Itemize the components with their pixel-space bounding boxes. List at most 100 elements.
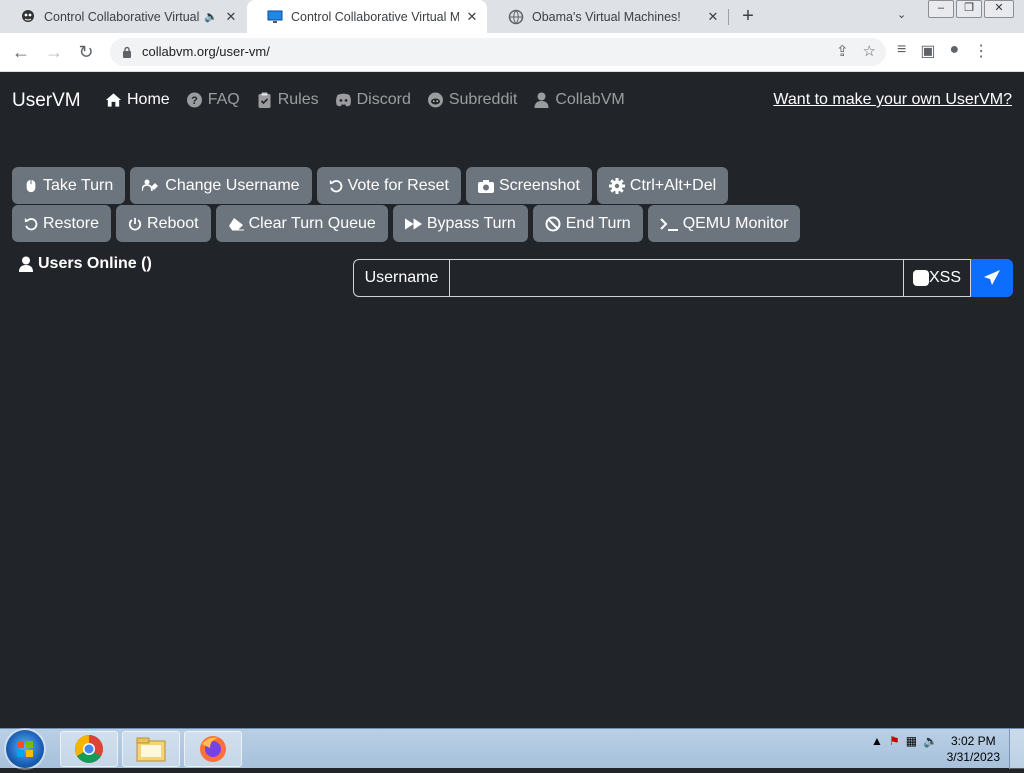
nav-faq[interactable]: ? FAQ — [186, 91, 240, 109]
restore-button[interactable]: Restore — [12, 205, 112, 242]
menu-kebab-icon[interactable]: ⋮ — [973, 41, 989, 61]
svg-text:?: ? — [191, 95, 198, 107]
user-icon — [19, 256, 33, 272]
end-turn-button[interactable]: End Turn — [532, 205, 643, 242]
close-window-icon[interactable]: ✕ — [984, 0, 1014, 18]
qemu-monitor-button[interactable]: QEMU Monitor — [647, 205, 801, 242]
new-tab-button[interactable]: + — [738, 6, 758, 26]
close-tab-icon[interactable]: ✕ — [224, 9, 238, 25]
brand-logo[interactable]: UserVM — [12, 90, 81, 112]
nav-home[interactable]: Home — [105, 91, 170, 109]
change-username-button[interactable]: Change Username — [130, 167, 312, 204]
bookmark-star-icon[interactable]: ☆ — [863, 42, 876, 60]
windows-taskbar: ▲ ⚑ ▦ 🔈 3:02 PM 3/31/2023 — [0, 728, 1024, 769]
taskbar-clock[interactable]: 3:02 PM 3/31/2023 — [947, 733, 1000, 765]
side-panel-icon[interactable]: ▣ — [920, 41, 935, 61]
eraser-icon — [228, 217, 244, 230]
show-desktop-button[interactable] — [1009, 729, 1024, 769]
button-label: Ctrl+Alt+Del — [629, 176, 717, 194]
back-arrow-icon[interactable]: ← — [10, 41, 32, 63]
reboot-button[interactable]: Reboot — [116, 205, 211, 242]
ban-icon — [545, 216, 561, 231]
button-label: Reboot — [147, 214, 199, 232]
chat-input-group: Username XSS — [353, 259, 1013, 297]
browser-tab-2[interactable]: Control Collaborative Virtual Machines! … — [247, 0, 487, 33]
taskbar-chrome[interactable] — [60, 731, 118, 767]
tab-title: Obama's Virtual Machines! — [532, 9, 681, 24]
mouse-icon — [26, 179, 36, 192]
volume-icon[interactable]: 🔈 — [923, 734, 938, 748]
nav-subreddit[interactable]: Subreddit — [427, 91, 518, 109]
ctrl-alt-del-button[interactable]: Ctrl+Alt+Del — [596, 167, 729, 204]
tab-search-chevron-icon[interactable]: ⌄ — [897, 8, 906, 21]
restore-window-icon[interactable]: ❐ — [956, 0, 982, 18]
network-icon[interactable]: ▦ — [906, 734, 917, 748]
reddit-icon — [427, 92, 443, 108]
reading-list-icon[interactable]: ≡ — [897, 41, 906, 61]
button-label: Vote for Reset — [347, 176, 449, 194]
bypass-turn-button[interactable]: Bypass Turn — [392, 205, 528, 242]
main-nav: Home ? FAQ Rules Discord Subreddit Colla… — [105, 91, 625, 109]
tab-title: Control Collaborative Virtual Machines! — [44, 9, 200, 24]
system-tray: ▲ ⚑ ▦ 🔈 — [871, 734, 938, 748]
clock-time: 3:02 PM — [950, 734, 996, 748]
close-tab-icon[interactable]: ✕ — [706, 9, 720, 25]
send-button[interactable] — [971, 259, 1013, 297]
nav-label: Subreddit — [448, 91, 518, 108]
forward-arrow-icon[interactable]: → — [43, 41, 65, 63]
power-icon — [128, 217, 142, 230]
start-button[interactable] — [6, 730, 44, 768]
browser-tab-3[interactable]: Obama's Virtual Machines! ✕ — [488, 0, 728, 33]
window-controls: – ❐ ✕ — [926, 0, 1014, 18]
control-row-1: Take Turn Change Username Vote for Reset… — [12, 167, 729, 204]
xss-toggle[interactable]: XSS — [904, 259, 971, 297]
address-bar[interactable]: collabvm.org/user-vm/ ⇪ ☆ — [110, 38, 886, 66]
chat-message-input[interactable] — [449, 259, 904, 297]
vote-for-reset-button[interactable]: Vote for Reset — [316, 167, 461, 204]
nav-label: CollabVM — [555, 91, 625, 108]
nav-rules[interactable]: Rules — [256, 91, 319, 109]
page-content: UserVM Home ? FAQ Rules Discord Subreddi… — [0, 72, 1024, 728]
question-icon: ? — [186, 92, 202, 108]
action-center-flag-icon[interactable]: ⚑ — [889, 734, 900, 748]
close-tab-icon[interactable]: ✕ — [465, 9, 479, 25]
home-icon — [105, 93, 122, 107]
explorer-folder-icon — [136, 737, 166, 762]
tray-overflow-icon[interactable]: ▲ — [871, 734, 883, 748]
monitor-icon — [267, 9, 283, 25]
gear-icon — [608, 177, 625, 194]
reload-icon[interactable]: ↻ — [75, 41, 97, 63]
browser-tab-1[interactable]: Control Collaborative Virtual Machines! … — [0, 0, 246, 33]
paper-plane-icon — [984, 270, 1000, 285]
lock-icon[interactable] — [122, 45, 132, 58]
username-label[interactable]: Username — [353, 259, 449, 297]
nav-discord[interactable]: Discord — [335, 91, 411, 109]
tab-title: Control Collaborative Virtual Machines! — [291, 9, 459, 24]
terminal-icon — [659, 217, 678, 231]
firefox-icon — [200, 736, 226, 762]
taskbar-explorer[interactable] — [122, 731, 180, 767]
button-label: Change Username — [165, 176, 300, 194]
taskbar-firefox[interactable] — [184, 731, 242, 767]
button-label: Screenshot — [498, 176, 580, 194]
chrome-icon — [75, 735, 103, 763]
clear-turn-queue-button[interactable]: Clear Turn Queue — [215, 205, 388, 242]
discord-icon — [335, 93, 351, 107]
xss-checkbox[interactable] — [912, 270, 929, 286]
tab-separator — [728, 9, 729, 25]
screenshot-button[interactable]: Screenshot — [465, 167, 592, 204]
nav-collabvm[interactable]: CollabVM — [533, 91, 625, 109]
profile-avatar-icon[interactable]: ● — [949, 41, 959, 61]
share-icon[interactable]: ⇪ — [836, 42, 849, 60]
xss-label: XSS — [928, 269, 961, 286]
speaker-muted-icon[interactable]: 🔈 — [204, 10, 218, 23]
minimize-icon[interactable]: – — [928, 0, 954, 18]
collabvm-icon — [20, 9, 36, 25]
users-icon — [142, 179, 159, 191]
restore-icon — [24, 217, 38, 230]
make-own-uservm-link[interactable]: Want to make your own UserVM? — [773, 91, 1012, 109]
button-label: Bypass Turn — [426, 214, 516, 232]
take-turn-button[interactable]: Take Turn — [12, 167, 126, 204]
url-text[interactable]: collabvm.org/user-vm/ — [142, 44, 270, 59]
globe-icon — [508, 9, 524, 25]
